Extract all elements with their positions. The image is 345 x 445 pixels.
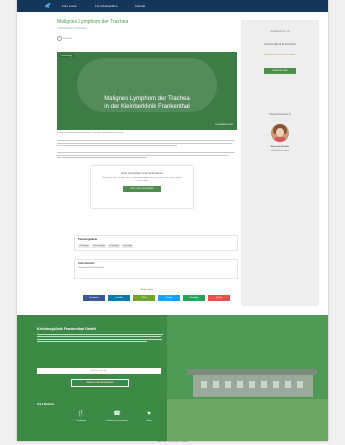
article-paragraph — [57, 152, 237, 164]
registration-text: Registrieren Sie sich kostenlos, um den … — [102, 177, 182, 182]
text-line — [57, 145, 177, 147]
top-nav: Fürs Leben Für Arbeitsplätze Kontakt — [17, 0, 328, 12]
window — [213, 381, 219, 388]
share-email-button[interactable]: E-Mail — [208, 295, 230, 301]
author-text: Kleinbergklinik Frankenthal — [78, 267, 105, 269]
contact-role: Öffentlichkeitsarbeit — [271, 150, 289, 152]
share-heading: Artikel teilen — [141, 289, 153, 291]
text-line — [57, 152, 235, 153]
sidebar-note: Angebot und Service für die Region — [264, 54, 296, 56]
share-twitter-button[interactable]: Twitter — [158, 295, 180, 301]
registration-title: Jetzt anmelden und weiterlesen — [120, 171, 164, 175]
registration-box: Jetzt anmelden und weiterlesen Registrie… — [91, 166, 193, 208]
lawn — [167, 399, 328, 441]
cutlery-icon[interactable]: 🍴 — [75, 411, 87, 417]
footer-text — [37, 334, 165, 344]
share-linkedin-button[interactable]: LinkedIn — [108, 295, 130, 301]
author-card: Autor/Autorin Kleinbergklinik Frankentha… — [74, 259, 238, 279]
tag-list: Onkologie Pneumologie Radiologie Chirurg… — [78, 243, 134, 248]
footer-icon-label: Kontakt und Unterstützung — [106, 420, 128, 422]
nav-item-kontakt[interactable]: Kontakt — [135, 4, 145, 8]
author-title: Autor/Autorin — [78, 262, 95, 265]
avatar — [271, 124, 289, 142]
hero-headline: Malignes Lymphom der Trachea — [104, 96, 190, 102]
share-facebook-button[interactable]: Facebook — [83, 295, 105, 301]
window — [225, 381, 231, 388]
share-buttons: Facebook LinkedIn XING Twitter WhatsApp … — [83, 295, 233, 301]
clock-icon — [57, 36, 62, 41]
phone-icon[interactable]: ☎ — [111, 411, 123, 417]
article-title: Malignes Lymphom der Trachea — [57, 19, 129, 25]
window — [261, 381, 267, 388]
hero-brand: KLEINBERKLINIK — [215, 124, 233, 126]
text-line — [37, 338, 162, 340]
tag-item[interactable]: Radiologie — [107, 244, 121, 248]
page-frame: Fürs Leben Für Arbeitsplätze Kontakt Mal… — [17, 0, 328, 441]
hero-image: Fachbeitrag Malignes Lymphom der Trachea… — [57, 52, 237, 130]
sidebar: Veröffentlicht von Kleinbergklinik Frank… — [241, 20, 319, 306]
meta-label: Lesezeit — [63, 37, 72, 41]
nav-item-arbeitsplaetze[interactable]: Für Arbeitsplätze — [95, 4, 118, 8]
share-whatsapp-button[interactable]: WhatsApp — [183, 295, 205, 301]
newsletter-email-input[interactable]: Mail hier eintragen — [37, 368, 161, 374]
sidebar-publisher: Kleinbergklinik Frankenthal — [264, 43, 296, 46]
window — [201, 381, 207, 388]
keywords-card: Themengebiete Onkologie Pneumologie Radi… — [74, 235, 238, 251]
footer-title: Kleinbergklinik Frankenthal GmbH — [37, 327, 96, 331]
newsletter-button[interactable]: NEWSLETTER — [264, 68, 296, 74]
contact-name: Natascha Schaller — [270, 146, 290, 148]
tag-item[interactable]: Pneumologie — [91, 244, 107, 248]
tag-item[interactable]: Onkologie — [78, 244, 90, 248]
bottom-links[interactable]: Impressum · Datenschutz · Kontakt — [17, 441, 328, 445]
text-line — [57, 157, 147, 159]
share-xing-button[interactable]: XING — [133, 295, 155, 301]
avatar-face — [276, 128, 284, 137]
text-line — [57, 142, 232, 144]
keywords-title: Themengebiete — [78, 238, 98, 241]
hero-caption: Quelle: Kleinbergklinik Frankenthal · Ma… — [57, 132, 124, 134]
sidebar-heading: Veröffentlicht von — [270, 30, 290, 33]
logo-icon[interactable] — [44, 2, 52, 10]
nav-item-leben[interactable]: Fürs Leben — [62, 4, 77, 8]
article-paragraph — [57, 140, 237, 152]
text-line — [37, 336, 161, 338]
text-line — [57, 154, 229, 156]
text-line — [57, 140, 235, 141]
tag-item[interactable]: Chirurgie — [122, 244, 133, 248]
article-subtitle: Krankheitsbild und Therapie — [57, 27, 87, 30]
text-line — [37, 334, 163, 335]
heart-icon[interactable]: ♥ — [143, 411, 155, 417]
window — [273, 381, 279, 388]
register-button[interactable]: JETZT REGISTRIEREN — [123, 186, 161, 193]
footer-icon-label: Verpflegung — [76, 420, 86, 422]
text-line — [37, 341, 147, 343]
contact-title: Ansprechpartner:in — [269, 113, 291, 116]
window — [297, 381, 303, 388]
avatar-body — [273, 137, 287, 142]
hero-badge: Fachbeitrag — [59, 54, 74, 57]
newsletter-subscribe-button[interactable]: NEWSLETTER ABONNIEREN — [71, 379, 129, 387]
hero-subheadline: in der Kleinberklinik Frankenthal — [104, 104, 190, 110]
footer-icon-label: Pflege — [146, 420, 152, 422]
article-meta: Lesezeit — [57, 36, 72, 41]
window — [285, 381, 291, 388]
footer: Kleinbergklinik Frankenthal GmbH Mail hi… — [17, 315, 328, 441]
window — [249, 381, 255, 388]
window — [237, 381, 243, 388]
footer-subtitle: Top 3 Bereiche — [37, 403, 54, 406]
